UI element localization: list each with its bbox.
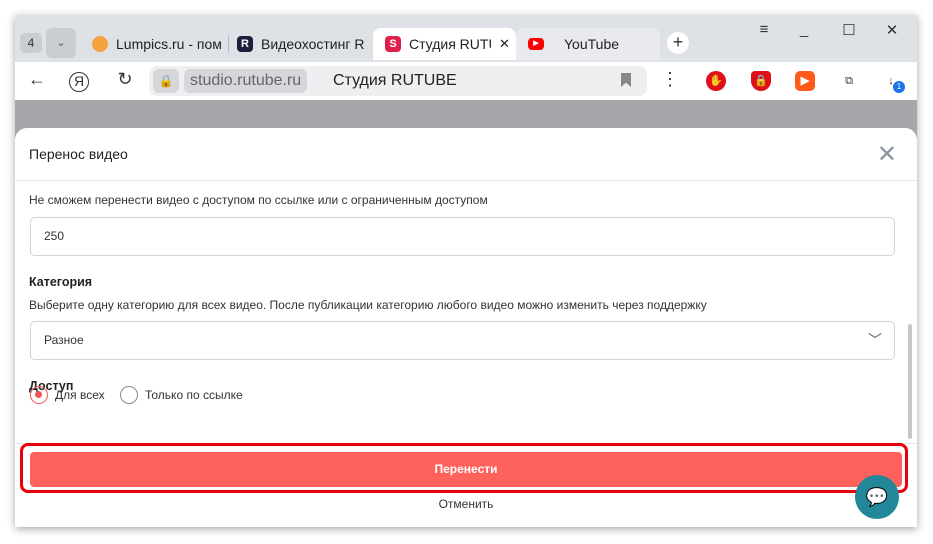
- close-tab-icon[interactable]: ✕: [499, 36, 510, 52]
- transfer-video-modal: Перенос видео ✕ Не сможем перенести виде…: [15, 128, 917, 527]
- back-button[interactable]: ←: [25, 69, 49, 90]
- radio-label: Только по ссылке: [145, 388, 243, 402]
- address-page-title: Студия RUTUBE: [333, 72, 457, 89]
- download-icon[interactable]: ↓ 1: [881, 71, 905, 93]
- bookmark-icon[interactable]: [621, 73, 631, 87]
- lock-icon[interactable]: 🔒: [153, 69, 179, 93]
- browser-toolbar: ← Я ↻ 🔒 studio.rutube.ru Студия RUTUBE ⋮…: [15, 62, 917, 100]
- youtube-icon: ▶: [528, 38, 544, 50]
- minimize-button[interactable]: _: [789, 21, 819, 38]
- access-radio-link[interactable]: Только по ссылке: [120, 386, 243, 404]
- close-window-button[interactable]: ✕: [877, 21, 907, 39]
- video-ext-icon[interactable]: ▶: [795, 71, 815, 91]
- tabs-dropdown-button[interactable]: ⌄: [46, 28, 76, 58]
- tab-lumpics[interactable]: Lumpics.ru - пом: [80, 28, 225, 60]
- cancel-button[interactable]: Отменить: [15, 497, 917, 511]
- reload-button[interactable]: ↻: [113, 69, 137, 90]
- new-tab-button[interactable]: +: [667, 32, 689, 54]
- restriction-note: Не сможем перенести видео с доступом по …: [29, 193, 488, 207]
- radio-icon: [120, 386, 138, 404]
- radio-selected-icon: [30, 386, 48, 404]
- tab-youtube[interactable]: ▶ YouTube: [516, 28, 660, 60]
- address-bar[interactable]: 🔒 studio.rutube.ru Студия RUTUBE: [149, 66, 647, 96]
- scrollbar[interactable]: [908, 324, 912, 439]
- highlight-frame: [20, 443, 908, 493]
- menu-icon[interactable]: ≡: [749, 21, 779, 38]
- category-hint: Выберите одну категорию для всех видео. …: [29, 298, 707, 312]
- divider: [15, 180, 917, 181]
- maximize-button[interactable]: ☐: [834, 21, 864, 39]
- chat-support-icon[interactable]: 💬: [855, 475, 899, 519]
- tab-count[interactable]: 4: [20, 33, 42, 53]
- rutube-icon: R: [237, 36, 253, 52]
- category-value: Разное: [44, 333, 84, 347]
- video-count-input[interactable]: 250: [30, 217, 895, 256]
- radio-label: Для всех: [55, 388, 105, 402]
- more-icon[interactable]: ⋮: [658, 69, 682, 90]
- shield-lock-icon[interactable]: 🔒: [751, 71, 771, 91]
- orange-icon: [92, 36, 108, 52]
- download-badge: 1: [893, 81, 905, 93]
- browser-window: 4 ⌄ Lumpics.ru - пом R Видеохостинг R S Ст…: [15, 15, 917, 527]
- tab-label: Lumpics.ru - пом: [116, 36, 222, 52]
- category-label: Категория: [29, 275, 93, 289]
- chevron-down-icon: ﹀: [868, 332, 882, 348]
- yandex-icon[interactable]: Я: [69, 72, 89, 92]
- modal-title: Перенос видео: [29, 146, 128, 162]
- extensions-icon[interactable]: ⧉: [839, 71, 859, 91]
- tab-label: YouTube: [564, 36, 620, 52]
- adblock-icon[interactable]: ✋: [706, 71, 726, 91]
- tab-strip: 4 ⌄ Lumpics.ru - пом R Видеохостинг R S Ст…: [15, 15, 917, 62]
- tab-label: Видеохостинг R: [261, 36, 365, 52]
- domain: studio.rutube.ru: [184, 69, 308, 93]
- category-select[interactable]: Разное ﹀: [30, 321, 895, 360]
- tab-rutube[interactable]: R Видеохостинг R: [225, 28, 373, 60]
- rutube-studio-icon: S: [385, 36, 401, 52]
- tab-label: Студия RUTUBE: [409, 36, 491, 52]
- access-radio-public[interactable]: Для всех: [30, 386, 105, 404]
- tab-rutube-studio[interactable]: S Студия RUTUBE ✕: [373, 28, 516, 60]
- close-icon[interactable]: ✕: [877, 140, 897, 169]
